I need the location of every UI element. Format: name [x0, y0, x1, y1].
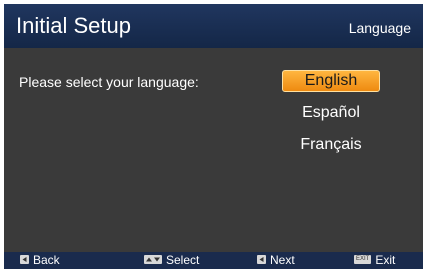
language-prompt: Please select your language:: [19, 74, 199, 90]
back-button[interactable]: Back: [20, 252, 60, 269]
language-option-francais[interactable]: Français: [282, 134, 380, 156]
language-list: English Español Français: [282, 70, 380, 166]
header-bar: Initial Setup Language: [4, 4, 423, 48]
next-button[interactable]: Next: [257, 252, 295, 269]
exit-label: Exit: [375, 253, 396, 267]
language-option-espanol[interactable]: Español: [282, 102, 380, 124]
exit-button[interactable]: EXIT Exit: [354, 252, 395, 269]
page-title: Initial Setup: [16, 13, 131, 38]
select-button[interactable]: Select: [144, 252, 199, 269]
select-label: Select: [166, 253, 200, 267]
back-label: Back: [33, 253, 60, 267]
exit-key-icon: EXIT: [354, 255, 372, 265]
next-arrow-key-icon: [257, 255, 266, 265]
section-label: Language: [348, 20, 411, 36]
footer-bar: Back Select Next EXIT Exit: [4, 252, 423, 269]
language-option-english[interactable]: English: [282, 70, 380, 92]
up-down-arrow-keys-icon: [144, 255, 162, 265]
next-label: Next: [270, 253, 295, 267]
left-arrow-key-icon: [20, 255, 29, 265]
setup-screen: Initial Setup Language Please select you…: [4, 4, 423, 269]
